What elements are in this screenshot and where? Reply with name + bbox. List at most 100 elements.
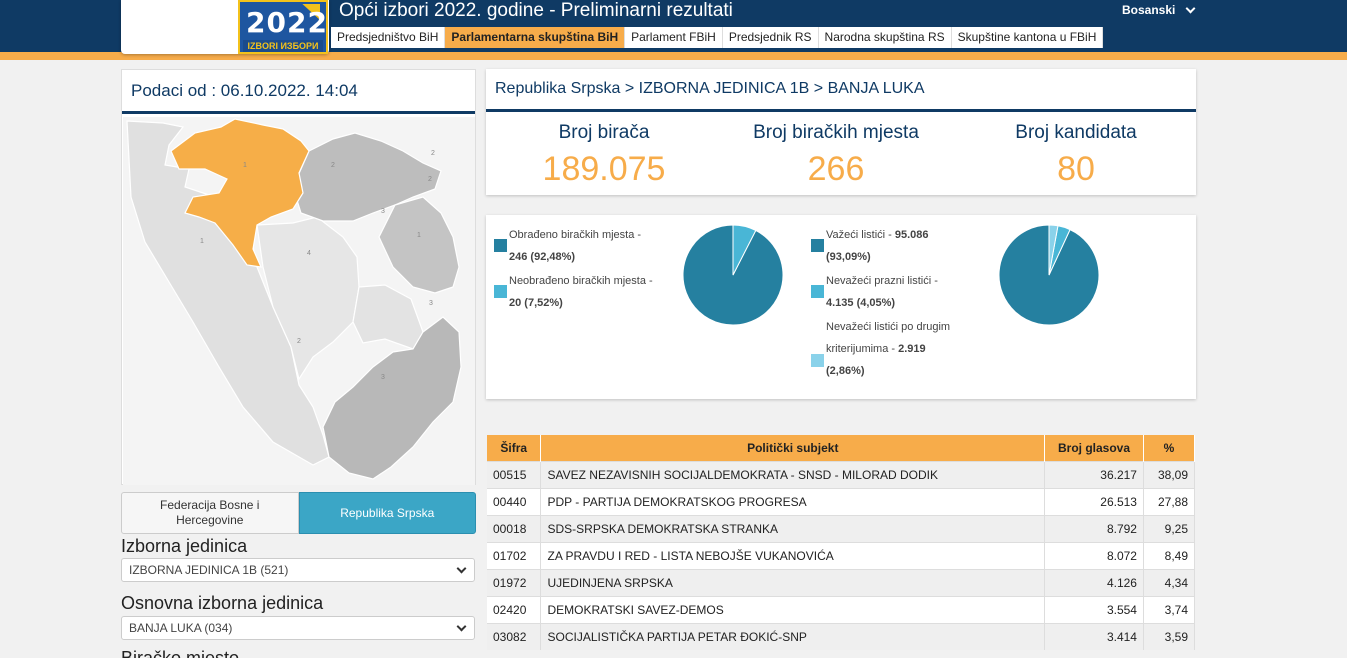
results-table: Šifra Politički subjekt Broj glasova % 0… [487,435,1196,650]
legend-blank-value: 4.135 (4,05%) [826,297,896,309]
nav-tab[interactable]: Predsjedništvo BiH [331,27,446,48]
polling-station-label: Biračko mjesto [121,648,240,658]
summary-card: Republika Srpska > IZBORNA JEDINICA 1B >… [486,69,1196,195]
table-row[interactable]: 00018 SDS-SRPSKA DEMOKRATSKA STRANKA 8.792… [487,514,1196,542]
processing-pie [682,224,784,326]
legend-swatch [494,285,507,298]
map-region-fbih-east[interactable] [352,284,424,350]
table-row[interactable]: 01972 UJEDINJENA SRPSKA 4.126 4,34 [487,568,1196,596]
nav-tab[interactable]: Parlamentarna skupština BiH [445,27,626,48]
cell-votes: 3.554 [1044,595,1144,623]
electoral-map[interactable]: 12213241323 + - [123,117,475,528]
cell-code: 00440 [487,487,542,515]
cell-code: 03082 [487,622,542,650]
cell-votes: 4.126 [1044,568,1144,596]
breadcrumb: Republika Srpska > IZBORNA JEDINICA 1B >… [486,69,1196,112]
unit-select[interactable]: IZBORNA JEDINICA 1B (521) [121,558,475,582]
cell-pct: 9,25 [1143,514,1196,542]
table-row[interactable]: 00440 PDP - PARTIJA DEMOKRATSKOG PROGRESA… [487,487,1196,515]
map-label: 2 [331,162,335,169]
data-timestamp: Podaci od : 06.10.2022. 14:04 [122,70,475,114]
legend-swatch [811,285,824,298]
map-region-rs-east[interactable] [378,196,460,294]
voters-label: Broj birača [558,122,650,143]
nav-tab[interactable]: Parlament FBiH [625,27,723,48]
legend-swatch [811,239,824,252]
candidates-value: 80 [1057,150,1095,188]
election-logo[interactable]: 2022 IZBORI ИЗБОРИ [238,0,328,54]
legend-valid: Važeći listići - 95.086 (93,09%) [811,224,981,268]
voters-stat: Broj birača 189.075 [494,122,714,189]
logo-year: 2022 [246,6,328,39]
stations-label: Broj biračkih mjesta [753,122,919,143]
map-label: 3 [429,300,433,307]
stations-stat: Broj biračkih mjesta 266 [726,122,946,189]
cell-pct: 38,09 [1143,460,1196,488]
unit-select-value: IZBORNA JEDINICA 1B (521) [129,563,289,577]
map-label: 2 [428,176,432,183]
chevron-down-icon [1185,3,1196,13]
col-pct[interactable]: % [1143,435,1196,461]
statistics-card: Obrađeno biračkih mjesta - 246 (92,48%) … [486,215,1196,399]
legend-swatch [811,354,824,367]
cell-votes: 8.072 [1044,541,1144,569]
map-svg[interactable]: 1 2 2 1 3 2 4 1 3 2 3 [123,117,475,485]
ballots-pie [998,224,1100,326]
stations-value: 266 [807,150,865,188]
map-label: 2 [297,338,301,345]
legend-other-label-2: kriterijumima - [826,343,896,355]
processing-legend: Obrađeno biračkih mjesta - 246 (92,48%) … [494,224,674,314]
entity-fbih-button[interactable]: Federacija Bosne i Hercegovine [121,492,299,534]
legend-swatch [494,239,507,252]
nav-tab[interactable]: Predsjednik RS [723,27,819,48]
language-label: Bosanski [1122,3,1176,17]
cell-party: DEMOKRATSKI SAVEZ-DEMOS [540,595,1046,623]
candidates-stat: Broj kandidata 80 [966,122,1186,189]
legend-other: Nevažeći listići po drugim kriterijumima… [811,316,981,382]
unit-label: Izborna jedinica [121,536,248,556]
col-code[interactable]: Šifra [487,435,542,461]
ballots-legend: Važeći listići - 95.086 (93,09%) Nevažeć… [811,224,981,382]
legend-other-label-1: Nevažeći listići po drugim [826,321,951,333]
legend-valid-pct: (93,09%) [826,251,871,263]
cell-code: 00018 [487,514,542,542]
map-label: 2 [431,150,435,157]
map-label: 1 [417,232,421,239]
cell-votes: 36.217 [1044,460,1144,488]
basic-unit-select-value: BANJA LUKA (034) [129,621,233,635]
legend-unprocessed-value: 20 (7,52%) [509,297,563,309]
cell-pct: 27,88 [1143,487,1196,515]
col-votes[interactable]: Broj glasova [1044,435,1144,461]
table-row[interactable]: 01702 ZA PRAVDU I RED - LISTA NEBOJŠE VUK… [487,541,1196,569]
cell-votes: 3.414 [1044,622,1144,650]
cell-votes: 8.792 [1044,514,1144,542]
map-label: 1 [200,238,204,245]
basic-unit-select[interactable]: BANJA LUKA (034) [121,616,475,640]
legend-blank: Nevažeći prazni listići - 4.135 (4,05%) [811,270,981,314]
cell-pct: 4,34 [1143,568,1196,596]
legend-processed: Obrađeno biračkih mjesta - 246 (92,48%) [494,224,674,268]
logo-subtitle: IZBORI ИЗБОРИ [243,40,323,52]
cell-code: 01702 [487,541,542,569]
table-row[interactable]: 02420 DEMOKRATSKI SAVEZ-DEMOS 3.554 3,74 [487,595,1196,623]
entity-toggle: Federacija Bosne i Hercegovine Republika… [121,492,476,534]
legend-blank-label: Nevažeći prazni listići - [826,275,938,287]
col-party[interactable]: Politički subjekt [540,435,1046,461]
table-row[interactable]: 00515 SAVEZ NEZAVISNIH SOCIJALDEMOKRATA -… [487,460,1196,488]
cell-party: ZA PRAVDU I RED - LISTA NEBOJŠE VUKANOVI… [540,541,1046,569]
cell-code: 02420 [487,595,542,623]
nav-tab[interactable]: Narodna skupština RS [819,27,952,48]
table-header-row: Šifra Politički subjekt Broj glasova % [487,435,1196,461]
legend-other-value: 2.919 [898,343,926,355]
legend-unprocessed-label: Neobrađeno biračkih mjesta - [509,275,653,287]
language-selector[interactable]: Bosanski [1122,3,1196,17]
cell-code: 00515 [487,460,542,488]
nav-tab[interactable]: Skupštine kantona u FBiH [952,27,1104,48]
entity-rs-button[interactable]: Republika Srpska [298,492,476,534]
chevron-down-icon [456,563,467,574]
map-label: 1 [243,162,247,169]
table-row[interactable]: 03082 SOCIJALISTIČKA PARTIJA PETAR ĐOKIĆ-… [487,622,1196,650]
cell-party: SAVEZ NEZAVISNIH SOCIJALDEMOKRATA - SNSD… [540,460,1046,488]
legend-processed-label: Obrađeno biračkih mjesta - [509,229,642,241]
cell-pct: 8,49 [1143,541,1196,569]
